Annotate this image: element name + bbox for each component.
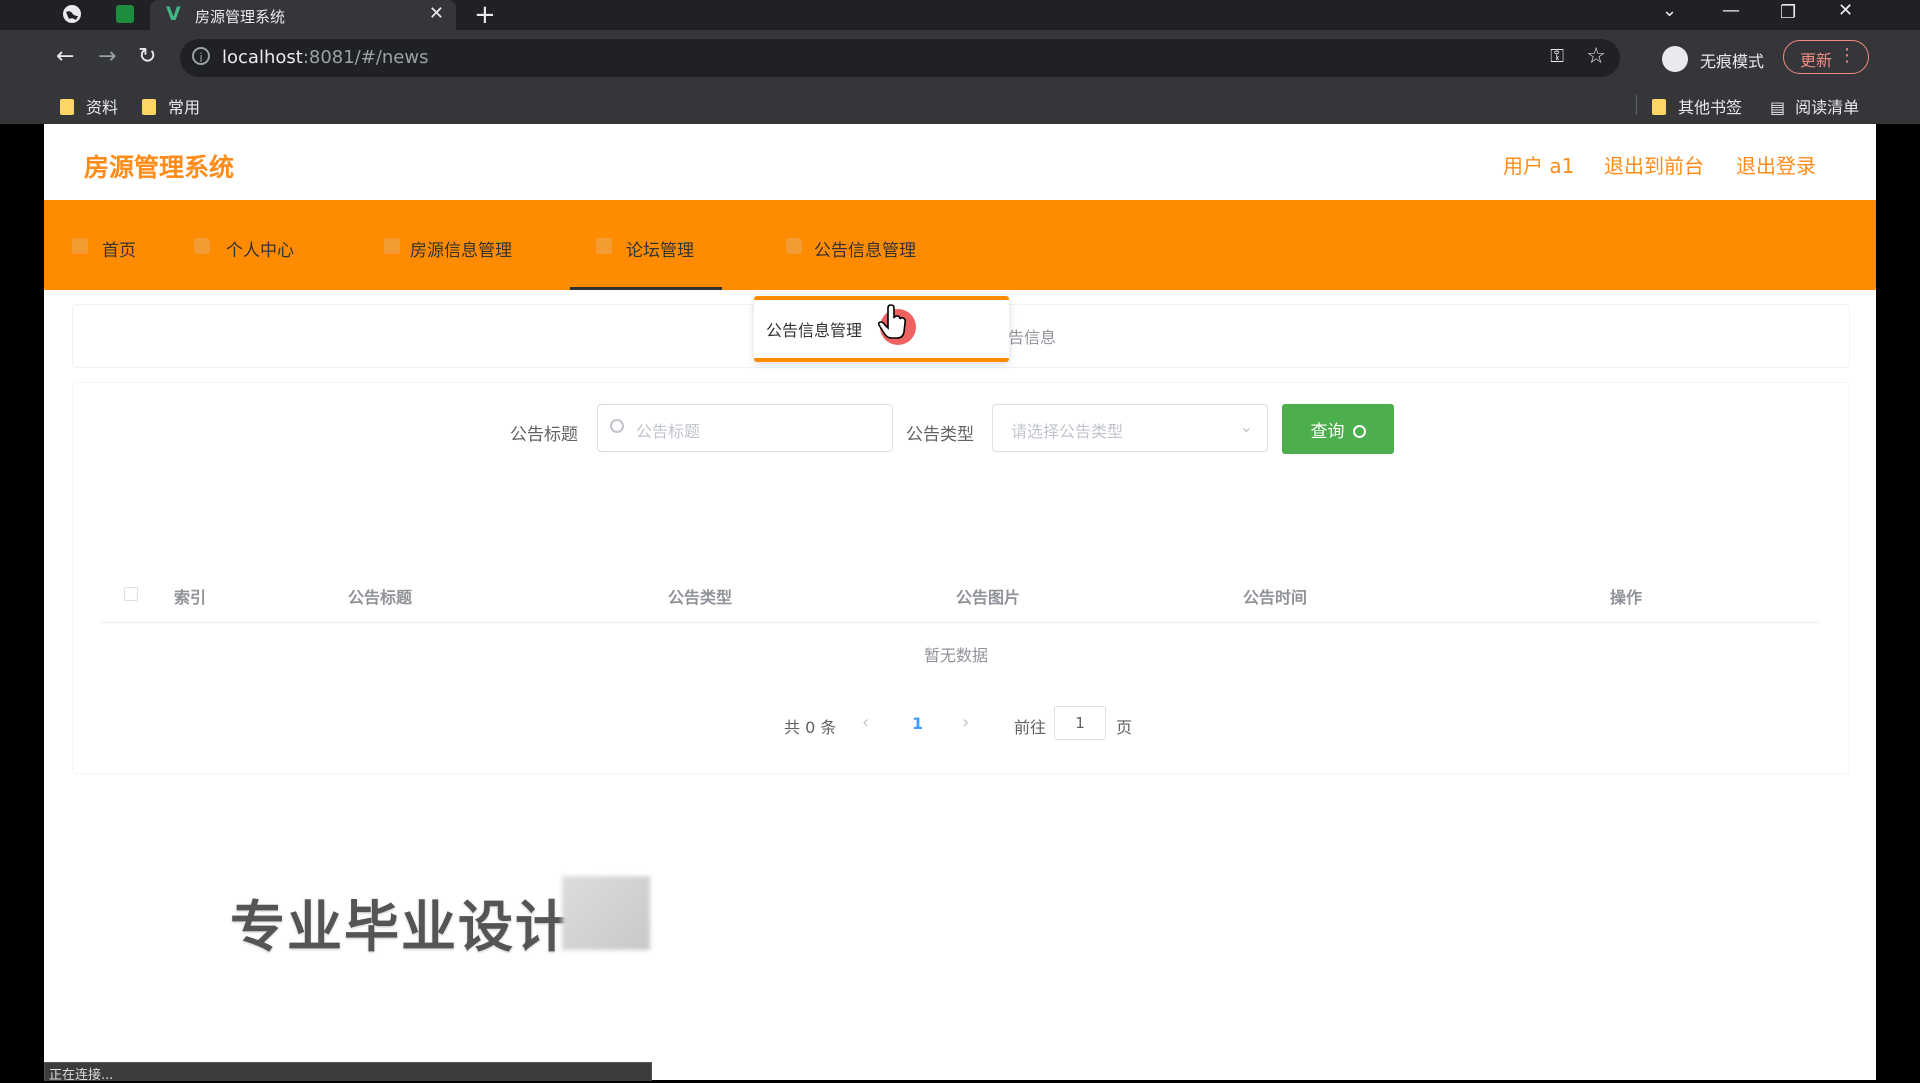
col-type: 公告类型: [668, 588, 733, 607]
browser-toolbar: ← → ↻ i localhost:8081/#/news ⚿ ☆ 无痕模式 更…: [0, 30, 1920, 86]
app-logo: 房源管理系统: [84, 153, 235, 182]
home-icon: [72, 238, 88, 254]
tab-search-chevron-icon[interactable]: ⌄: [1662, 0, 1677, 21]
update-button[interactable]: 更新 ⋮: [1783, 40, 1869, 74]
tab-bar: V 房源管理系统 ✕ + ⌄ — ❐ ✕: [0, 0, 1920, 30]
bookmark-star-icon[interactable]: ☆: [1586, 44, 1606, 69]
col-time: 公告时间: [1243, 588, 1308, 607]
reload-button[interactable]: ↻: [138, 44, 156, 69]
blurred-region: [562, 876, 650, 950]
exit-to-front-link[interactable]: 退出到前台: [1604, 150, 1704, 179]
pagination-current-page[interactable]: 1: [912, 714, 923, 733]
title-placeholder: 公告标题: [636, 422, 701, 441]
menu-item-house-info[interactable]: 房源信息管理: [374, 200, 574, 290]
menu-item-label: 论坛管理: [626, 241, 694, 261]
new-tab-button[interactable]: +: [474, 0, 496, 30]
title-filter-label: 公告标题: [510, 425, 578, 445]
browser-chrome: V 房源管理系统 ✕ + ⌄ — ❐ ✕ ← → ↻ i localhost:8…: [0, 0, 1920, 124]
back-button[interactable]: ←: [56, 44, 74, 69]
folder-icon: [142, 99, 156, 115]
bookmark-label: 资料: [86, 98, 119, 117]
bookmark-label: 阅读清单: [1795, 98, 1860, 117]
table-empty-text: 暂无数据: [924, 646, 989, 665]
select-all-checkbox[interactable]: [124, 587, 138, 601]
menu-item-label: 首页: [102, 241, 136, 261]
table-header: 索引 公告标题 公告类型 公告图片 公告时间 操作: [100, 568, 1820, 623]
vue-favicon-icon: V: [166, 3, 181, 25]
col-title: 公告标题: [348, 588, 413, 607]
web-page: 房源管理系统 用户 a1 退出到前台 退出登录 首页 个人中心 房源信息管理 论…: [44, 124, 1876, 1080]
menu-item-notice-info[interactable]: 公告信息管理: [782, 200, 982, 290]
pagination-total: 共 0 条: [784, 718, 837, 737]
top-menu: 首页 个人中心 房源信息管理 论坛管理 公告信息管理: [44, 200, 1876, 290]
submenu-item-notice-manage[interactable]: 公告信息管理: [766, 317, 862, 341]
menu-item-forum[interactable]: 论坛管理: [570, 200, 722, 290]
pagination-goto-input[interactable]: 1: [1054, 706, 1106, 740]
prev-page-icon[interactable]: ‹: [862, 712, 869, 733]
pagination-goto-label: 前往: [1014, 718, 1047, 737]
type-select[interactable]: 请选择公告类型 ⌄: [992, 404, 1268, 452]
app-header: 房源管理系统 用户 a1 退出到前台 退出登录: [44, 124, 1876, 200]
browser-tab-active[interactable]: V 房源管理系统 ✕: [150, 0, 456, 30]
menu-item-label: 公告信息管理: [814, 241, 916, 261]
browser-status-bar: 正在连接...: [44, 1062, 652, 1083]
search-icon: [610, 419, 624, 433]
menu-item-label: 个人中心: [226, 241, 294, 261]
breadcrumb-current: 告信息: [1008, 328, 1057, 347]
globe-icon[interactable]: [62, 4, 82, 24]
search-icon: [1352, 424, 1366, 438]
type-filter-label: 公告类型: [906, 425, 974, 445]
user-icon: [194, 238, 210, 254]
menu-item-home[interactable]: 首页: [64, 200, 164, 290]
menu-item-personal-center[interactable]: 个人中心: [184, 200, 334, 290]
col-actions: 操作: [1610, 588, 1643, 607]
title-search-input[interactable]: 公告标题: [597, 404, 893, 452]
hand-cursor-icon: [877, 304, 907, 339]
query-button[interactable]: 查询: [1282, 404, 1394, 454]
url-path: :8081/#/news: [302, 47, 429, 68]
minimize-button[interactable]: —: [1722, 0, 1740, 21]
status-text: 正在连接...: [49, 1068, 114, 1083]
address-bar[interactable]: i localhost:8081/#/news ⚿ ☆: [180, 39, 1620, 77]
close-window-button[interactable]: ✕: [1838, 0, 1853, 21]
bookmark-folder-changyong[interactable]: 常用: [142, 94, 200, 118]
col-image: 公告图片: [956, 588, 1021, 607]
chevron-down-icon: ⌄: [1239, 417, 1253, 436]
pagination-page-suffix: 页: [1116, 718, 1133, 737]
query-button-label: 查询: [1310, 421, 1345, 442]
bookmark-label: 其他书签: [1678, 98, 1743, 117]
bookmarks-bar: 资料 常用 其他书签 ▤ 阅读清单: [0, 86, 1920, 124]
col-index: 索引: [174, 588, 207, 607]
type-placeholder: 请选择公告类型: [1011, 422, 1124, 441]
incognito-icon[interactable]: [1662, 46, 1688, 72]
notice-icon: [786, 238, 802, 254]
forward-button[interactable]: →: [98, 44, 116, 69]
folder-icon: [60, 99, 74, 115]
forum-icon: [596, 238, 612, 254]
tab-title: 房源管理系统: [195, 8, 286, 26]
bookmark-other[interactable]: 其他书签: [1652, 94, 1742, 118]
url-text: localhost:8081/#/news: [222, 47, 428, 68]
password-key-icon[interactable]: ⚿: [1550, 46, 1564, 67]
url-host: localhost: [222, 47, 303, 68]
reading-list[interactable]: ▤ 阅读清单: [1770, 94, 1859, 118]
menu-item-label: 房源信息管理: [410, 241, 512, 261]
tab-close-icon[interactable]: ✕: [429, 3, 444, 24]
sheet-favicon-icon[interactable]: [116, 5, 134, 23]
bookmarks-divider: [1636, 95, 1637, 115]
reading-list-icon: ▤: [1770, 98, 1786, 117]
incognito-label[interactable]: 无痕模式: [1700, 48, 1764, 72]
user-label: 用户 a1: [1503, 154, 1575, 178]
next-page-icon[interactable]: ›: [962, 712, 969, 733]
site-info-icon[interactable]: i: [192, 47, 210, 65]
update-label: 更新: [1800, 51, 1833, 70]
logout-link[interactable]: 退出登录: [1736, 150, 1816, 179]
bookmark-label: 常用: [168, 98, 201, 117]
more-menu-icon: ⋮: [1838, 45, 1856, 66]
folder-icon: [1652, 99, 1666, 115]
watermark-text: 专业毕业设计: [230, 895, 573, 959]
house-icon: [384, 238, 400, 254]
bookmark-folder-ziliao[interactable]: 资料: [60, 94, 118, 118]
restore-button[interactable]: ❐: [1780, 2, 1796, 23]
